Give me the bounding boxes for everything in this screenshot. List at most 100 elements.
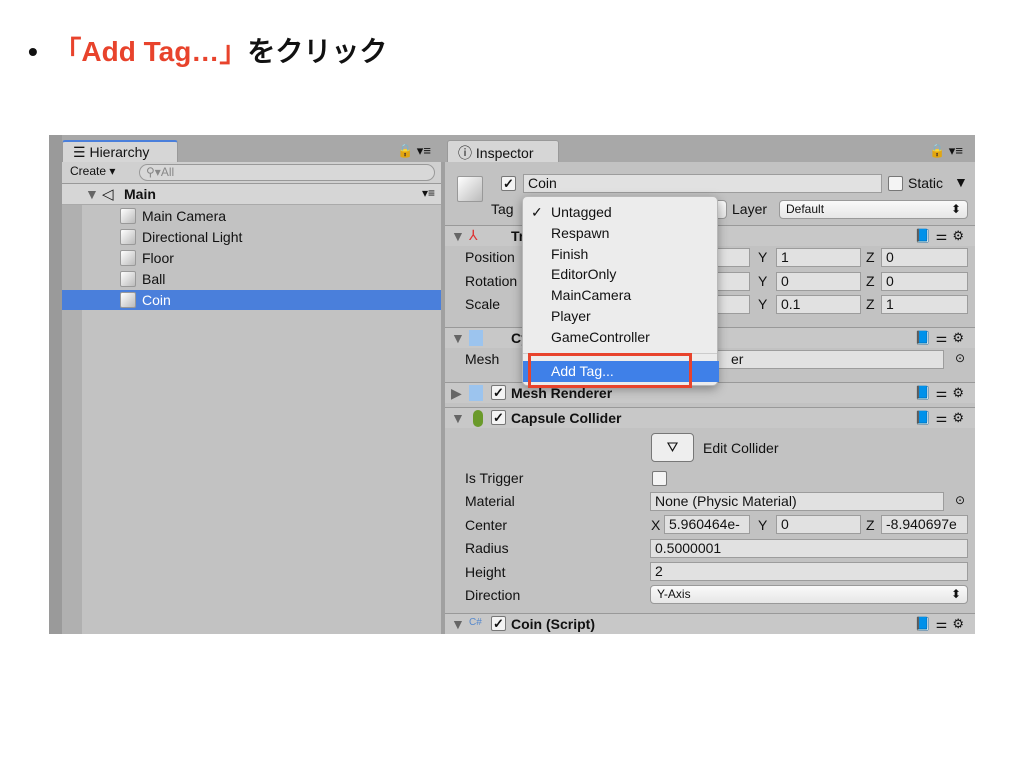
unity-logo-icon: ◁ [102, 186, 114, 203]
lock-menu-icon[interactable]: 🔒 ▾≡ [397, 143, 431, 159]
static-dropdown-icon[interactable]: ▼ [954, 174, 968, 190]
scene-name: Main [124, 186, 156, 202]
object-picker-icon[interactable]: ⊙ [955, 351, 965, 365]
highlight-box [528, 353, 692, 388]
edit-collider-label: Edit Collider [703, 440, 779, 456]
height-label: Height [465, 564, 506, 580]
menu-item-label: Player [551, 308, 591, 324]
component-icons[interactable]: 📘⚌⚙ [915, 385, 970, 401]
center-y-value: 0 [781, 516, 789, 532]
direction-dropdown[interactable]: Y-Axis ⬍ [650, 585, 968, 604]
height-field[interactable]: 2 [650, 562, 968, 581]
item-label: Directional Light [142, 229, 243, 245]
layer-label: Layer [732, 201, 768, 217]
item-label: Ball [142, 271, 166, 287]
hierarchy-item[interactable]: Floor [62, 248, 441, 268]
hierarchy-item[interactable]: Ball [62, 269, 441, 289]
z-field[interactable]: 0 [881, 248, 968, 267]
hierarchy-item[interactable]: Directional Light [62, 227, 441, 247]
mesh-icon [469, 330, 483, 346]
height-value: 2 [655, 563, 663, 579]
expand-arrow-icon[interactable]: ▼ [85, 186, 99, 202]
quote-close: 」 [219, 36, 248, 67]
menu-item[interactable]: Finish [523, 244, 719, 265]
enabled-checkbox[interactable]: ✓ [491, 616, 506, 631]
list-icon: ☰ [73, 144, 90, 160]
lock-menu-icon[interactable]: 🔒 ▾≡ [929, 143, 963, 159]
component-icons[interactable]: 📘⚌⚙ [915, 616, 970, 632]
radius-label: Radius [465, 540, 509, 556]
menu-item-label: Respawn [551, 224, 610, 241]
static-checkbox[interactable] [888, 176, 903, 191]
is-trigger-label: Is Trigger [465, 470, 524, 486]
hierarchy-item[interactable]: Main Camera [62, 206, 441, 226]
name-field[interactable]: Coin [523, 174, 882, 193]
radius-field[interactable]: 0.5000001 [650, 539, 968, 558]
is-trigger-checkbox[interactable] [652, 471, 667, 486]
z-field[interactable]: 0 [881, 271, 968, 291]
z-value: 0 [886, 272, 894, 289]
y-field[interactable]: 0 [776, 271, 861, 291]
search-input[interactable]: ⚲▾All [139, 164, 435, 181]
transform-row-label: Scale [465, 296, 501, 312]
center-x-field[interactable]: 5.960464e- [664, 515, 750, 534]
create-label: Create [70, 164, 107, 178]
scene-menu-icon[interactable]: ▾≡ [422, 186, 435, 200]
object-picker-icon[interactable]: ⊙ [955, 493, 965, 507]
transform-icon: ⅄ [469, 227, 478, 243]
gameobject-icon [120, 229, 136, 245]
menu-item[interactable]: MainCamera [523, 285, 719, 306]
direction-label: Direction [465, 587, 521, 603]
component-icons[interactable]: 📘⚌⚙ [915, 330, 970, 346]
gameobject-icon [120, 271, 136, 287]
menu-item[interactable]: GameController [523, 327, 719, 348]
menu-item[interactable]: EditorOnly [523, 264, 719, 285]
y-value: 1 [781, 249, 789, 265]
instruction-title: • 「Add Tag…」をクリック [28, 30, 387, 70]
capsule-icon [473, 410, 483, 427]
menu-item[interactable]: ✓ Untagged [523, 202, 719, 223]
bullet: • [28, 36, 38, 67]
menu-item[interactable]: Player [523, 306, 719, 327]
search-placeholder: All [160, 165, 175, 179]
active-checkbox[interactable]: ✓ [501, 176, 516, 191]
transform-row-label: Rotation [465, 272, 518, 289]
capsule-collider-header[interactable]: ▼ ✓ Capsule Collider 📘⚌⚙ [445, 407, 975, 428]
gameobject-icon [120, 292, 136, 308]
unity-screenshot: ☰ Hierarchy 🔒 ▾≡ Create ▾ ⚲▾All ▼ ◁ Main… [49, 135, 975, 634]
center-z-value: -8.940697e [886, 516, 957, 532]
coin-script-header[interactable]: ▼ C# ✓ Coin (Script) 📘⚌⚙ [445, 613, 975, 634]
inspector-panel: ✓ Coin Static ▼ Tag Layer Default ⬍ ▼ ⅄ Tr… [445, 162, 975, 634]
edit-collider-button[interactable]: ⛛ [651, 433, 694, 462]
center-label: Center [465, 517, 508, 533]
left-edge [49, 135, 62, 634]
enabled-checkbox[interactable]: ✓ [491, 385, 506, 400]
menu-item-label: MainCamera [551, 287, 632, 304]
material-field[interactable]: None (Physic Material) [650, 492, 944, 511]
item-label: Coin [142, 292, 171, 308]
component-icons[interactable]: 📘⚌⚙ [915, 228, 970, 244]
y-field[interactable]: 0.1 [776, 295, 861, 314]
name-value: Coin [528, 175, 557, 191]
mesh-label: Mesh [465, 351, 500, 367]
hierarchy-item[interactable]: Coin [62, 290, 441, 310]
item-label: Floor [142, 250, 174, 266]
component-icons[interactable]: 📘⚌⚙ [915, 410, 970, 426]
z-field[interactable]: 1 [881, 295, 968, 314]
static-label: Static [908, 175, 944, 191]
center-y-field[interactable]: 0 [776, 515, 861, 534]
layer-dropdown[interactable]: Default ⬍ [779, 200, 968, 219]
hierarchy-toolbar: Create ▾ ⚲▾All [62, 162, 441, 184]
enabled-checkbox[interactable]: ✓ [491, 410, 506, 425]
create-button[interactable]: Create ▾ [70, 164, 115, 178]
scene-row[interactable]: ▼ ◁ Main ▾≡ [62, 184, 441, 205]
center-z-field[interactable]: -8.940697e [881, 515, 968, 534]
tab-inspector[interactable]: ⓘ Inspector [447, 140, 559, 162]
tag-label: Tag [491, 201, 514, 217]
checkmark-icon: ✓ [531, 204, 543, 220]
highlight-text: Add Tag… [81, 36, 220, 67]
tab-hierarchy[interactable]: ☰ Hierarchy [62, 140, 178, 162]
menu-item[interactable]: Respawn [523, 223, 719, 244]
y-field[interactable]: 1 [776, 248, 861, 267]
quote-open: 「 [53, 36, 82, 67]
